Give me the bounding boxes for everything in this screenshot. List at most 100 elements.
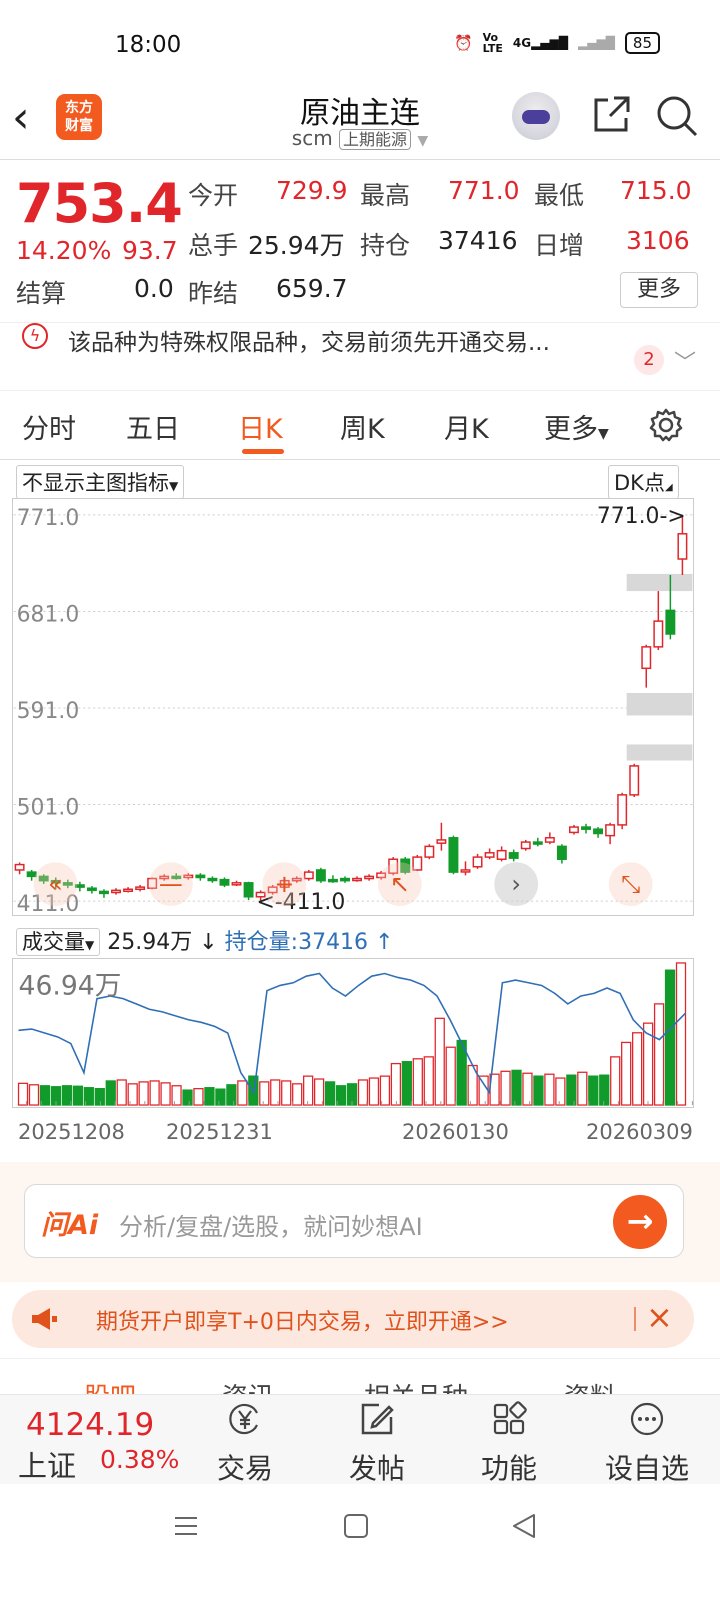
y-tick-label: 501.0: [17, 795, 80, 820]
search-icon[interactable]: [655, 94, 699, 138]
volume-bar: [368, 1077, 380, 1106]
gear-icon[interactable]: [648, 407, 684, 443]
notice-count-badge: 2: [634, 345, 664, 375]
volume-bar: [445, 1046, 456, 1106]
close-icon[interactable]: ×: [646, 1298, 673, 1336]
notice-text: 该品种为特殊权限品种，交易前须先开通交易...: [68, 330, 550, 356]
volume-bar: [39, 1085, 51, 1106]
notice-bar[interactable]: ϟ 该品种为特殊权限品种，交易前须先开通交易... 2 ﹀: [0, 322, 720, 388]
menu-icon[interactable]: [172, 1512, 200, 1540]
volume-bar: [588, 1075, 599, 1106]
volume-bar: [522, 1072, 533, 1106]
back-nav-icon[interactable]: [510, 1512, 538, 1540]
index-ticker[interactable]: 4124.19 上证 0.38%: [0, 1395, 200, 1485]
exchange-tag: 上期能源: [339, 129, 412, 150]
caret-down-icon: ▼: [169, 479, 179, 493]
dk-point-select[interactable]: DK点◢: [608, 465, 679, 499]
volte-icon: Vo LTE: [482, 31, 503, 55]
functions-button[interactable]: 功能: [464, 1395, 554, 1485]
oi-readout: 持仓量:37416: [224, 930, 369, 955]
watchlist-label: 设自选: [604, 1452, 689, 1485]
oi-value: 37416: [438, 226, 518, 255]
tab-daily-k[interactable]: 日K: [238, 407, 283, 446]
gap-band: [626, 744, 693, 761]
candle-body: [315, 869, 326, 882]
ai-input[interactable]: 问Ai 分析/复盘/选股，就问妙想AI →: [24, 1184, 684, 1258]
candle-body: [665, 609, 676, 635]
bottom-toolbar: 4124.19 上证 0.38% 交易 发帖 功能 设自选: [0, 1394, 720, 1485]
volume-selector-label: 成交量: [22, 930, 85, 954]
volume-label: 总手: [188, 231, 239, 260]
oi-change-label: 日增: [534, 231, 585, 260]
volume-bar: [664, 969, 676, 1106]
change-percent: 14.20%: [16, 236, 112, 265]
banner-divider: [634, 1307, 636, 1331]
x-tick-label: 20260309: [586, 1120, 693, 1144]
volume-bar: [105, 1080, 116, 1106]
candle-body: [364, 875, 375, 880]
tab-five-day[interactable]: 五日: [126, 407, 180, 446]
candle-body: [460, 869, 471, 873]
candle-body: [207, 877, 218, 882]
tab-forum[interactable]: 股吧: [84, 1377, 136, 1394]
high-label: 最高: [360, 181, 411, 210]
caret-down-icon: ▼: [598, 426, 609, 442]
volume-bar: [335, 1085, 347, 1106]
candle-body: [544, 837, 555, 843]
signal2-icon: ▂▄▆█: [577, 36, 615, 50]
tab-related[interactable]: 相关品种: [364, 1377, 468, 1394]
promo-banner[interactable]: 期货开户即享T+0日内交易，立即开通>> ×: [12, 1290, 694, 1348]
more-quote-button[interactable]: 更多: [620, 272, 698, 308]
candlestick-chart[interactable]: 771.0681.0591.0501.0411.0771.0-><-411.0«…: [12, 498, 694, 916]
lightning-icon: ϟ: [22, 323, 48, 349]
pan-left-icon-glyph: ↖: [390, 870, 410, 898]
volume-bar: [610, 1056, 621, 1106]
volume-bar: [401, 1061, 412, 1106]
candle-body: [424, 845, 435, 858]
candle-body: [484, 852, 495, 858]
prev-settle-value: 659.7: [276, 274, 348, 303]
robot-face: [522, 110, 550, 124]
post-label: 发帖: [348, 1452, 405, 1485]
tab-weekly-k[interactable]: 周K: [340, 407, 385, 446]
volume-bar: [215, 1088, 226, 1106]
settle-label: 结算: [16, 279, 67, 308]
add-watchlist-button[interactable]: 设自选: [592, 1395, 702, 1485]
tab-intraday[interactable]: 分时: [22, 407, 76, 446]
tab-profile[interactable]: 资料: [564, 1377, 616, 1394]
volume-bar: [599, 1074, 610, 1106]
low-value: 715.0: [620, 176, 692, 205]
volume-bar: [555, 1077, 566, 1106]
volume-value: 25.94万: [248, 231, 345, 260]
volume-bar: [281, 1080, 292, 1106]
post-button[interactable]: 发帖: [332, 1395, 422, 1485]
candle-body: [243, 882, 254, 898]
candle-body: [123, 888, 134, 893]
tab-more-label: 更多: [544, 414, 598, 445]
candle-body: [520, 841, 531, 850]
volume-indicator-select[interactable]: 成交量▼: [16, 928, 101, 956]
volume-chart[interactable]: 46.94万: [12, 958, 694, 1108]
ai-submit-button[interactable]: →: [613, 1195, 667, 1249]
volume-bar: [237, 1080, 248, 1106]
candle-body: [195, 874, 206, 879]
share-icon[interactable]: [590, 94, 632, 136]
chevron-down-icon[interactable]: ﹀: [674, 345, 696, 377]
megaphone-icon: [32, 1308, 57, 1330]
tab-more[interactable]: 更多▼: [544, 407, 609, 446]
status-bar: 18:00 ⏰ Vo LTE 4G▂▄▆█ ▂▄▆█ 85: [0, 0, 720, 88]
tab-monthly-k[interactable]: 月K: [444, 407, 489, 446]
index-value: 4124.19: [26, 1407, 155, 1443]
volume-readout: 25.94万: [107, 930, 193, 955]
candle-body: [436, 839, 447, 844]
oi-arrow: ↑: [375, 930, 394, 955]
caret-icon: ◢: [664, 482, 673, 493]
index-percent: 0.38%: [100, 1445, 180, 1474]
tab-news[interactable]: 资讯: [222, 1377, 274, 1394]
volume-max-label: 46.94万: [19, 971, 122, 1002]
home-icon[interactable]: [342, 1512, 370, 1540]
open-label: 今开: [188, 181, 239, 210]
trade-button[interactable]: 交易: [200, 1395, 290, 1485]
main-indicator-select[interactable]: 不显示主图指标▼: [16, 465, 185, 499]
volume-bar: [226, 1084, 237, 1106]
